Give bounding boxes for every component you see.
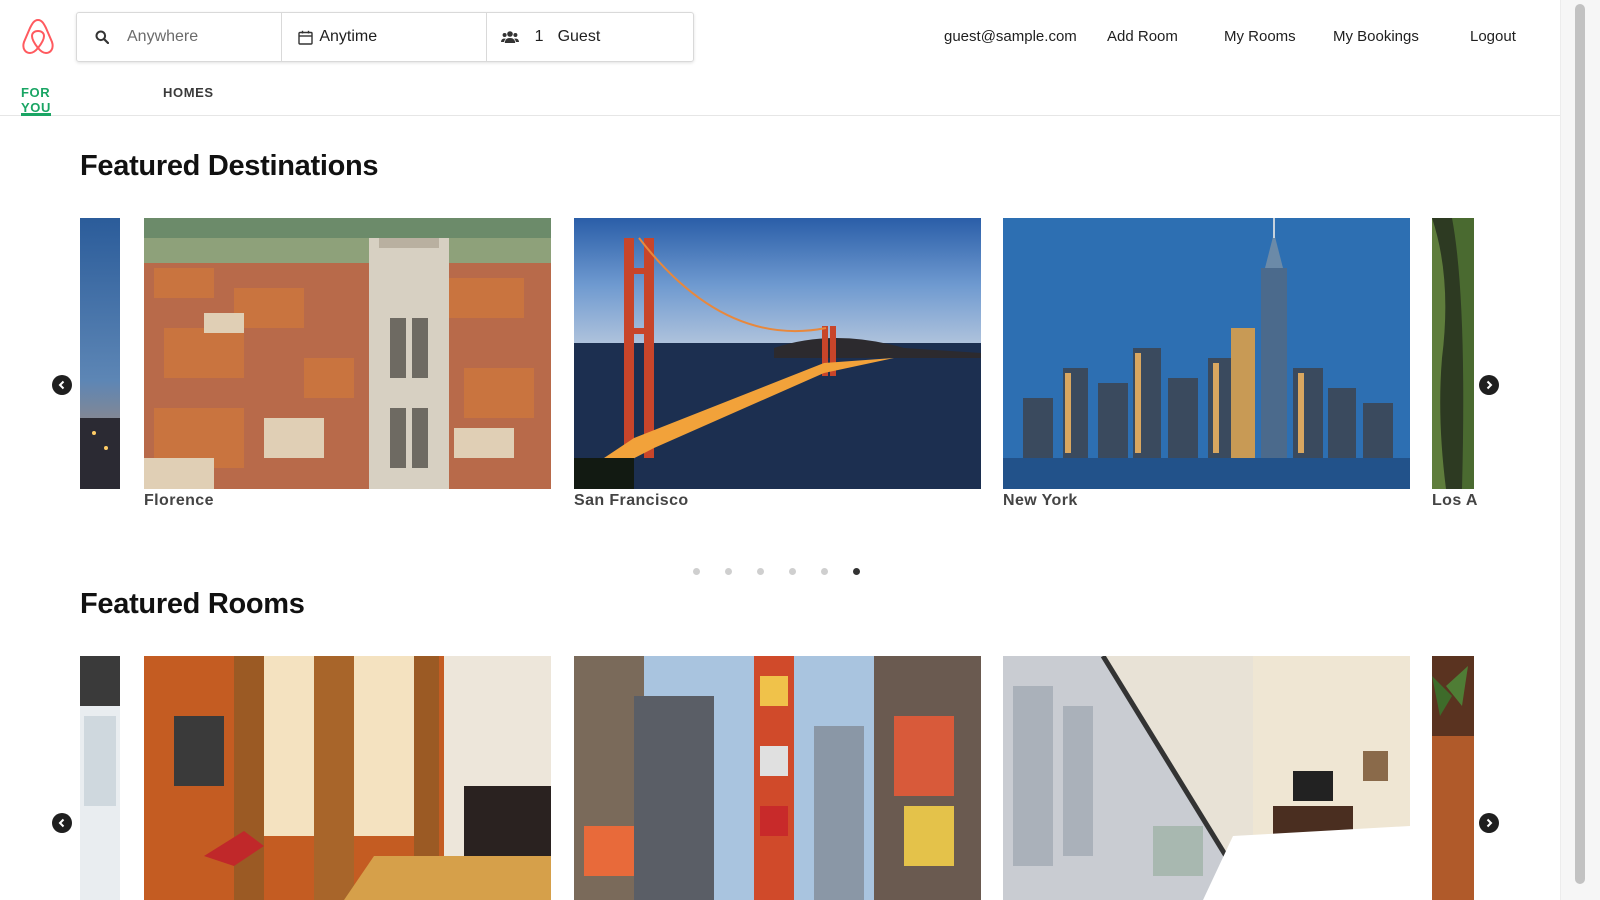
tab-for-you[interactable]: FOR YOU <box>21 85 51 116</box>
search-guest-field[interactable]: 1 Guest <box>487 13 693 61</box>
room-card-3[interactable] <box>1003 656 1410 900</box>
rooms-next-arrow-icon[interactable] <box>1479 813 1499 833</box>
destination-name: Los A <box>1432 492 1478 509</box>
destinations-prev-arrow-icon[interactable] <box>52 375 72 395</box>
user-email-link[interactable]: guest@sample.com <box>944 28 1077 48</box>
carousel-pagination-dots <box>693 568 860 576</box>
carousel-dot-active[interactable] <box>853 568 860 575</box>
destination-name: San Francisco <box>574 492 689 509</box>
guest-count: 1 <box>534 28 544 45</box>
destination-card-san-francisco[interactable]: San Francisco <box>574 218 981 518</box>
carousel-dot[interactable] <box>725 568 732 575</box>
search-icon <box>93 28 111 46</box>
calendar-icon <box>296 28 314 46</box>
room-card-partial-left[interactable] <box>80 656 120 900</box>
room-image <box>144 656 551 900</box>
carousel-dot[interactable] <box>789 568 796 575</box>
search-where-placeholder: Anywhere <box>127 28 199 45</box>
airbnb-logo-icon[interactable] <box>20 16 56 56</box>
featured-destinations-title: Featured Destinations <box>80 150 379 182</box>
room-image <box>574 656 981 900</box>
los-angeles-image <box>1432 218 1474 489</box>
my-bookings-link[interactable]: My Bookings <box>1333 28 1419 48</box>
room-image <box>1432 656 1474 900</box>
users-icon <box>500 28 519 46</box>
room-image <box>80 656 120 900</box>
room-image <box>1003 656 1410 900</box>
carousel-dot[interactable] <box>693 568 700 575</box>
destination-card-los-angeles[interactable]: Los A <box>1432 218 1477 518</box>
destinations-carousel: Florence San Francisco New York Los A <box>80 218 1510 518</box>
destinations-next-arrow-icon[interactable] <box>1479 375 1499 395</box>
search-bar: Anywhere Anytime 1 Guest <box>76 12 694 62</box>
new-york-image <box>1003 218 1410 489</box>
rooms-carousel <box>80 656 1510 900</box>
destination-card-new-york[interactable]: New York <box>1003 218 1410 518</box>
guest-label: Guest <box>557 28 601 45</box>
destination-card-florence[interactable]: Florence <box>144 218 551 518</box>
room-card-1[interactable] <box>144 656 551 900</box>
destination-name: New York <box>1003 492 1078 509</box>
page-scrollbar[interactable] <box>1560 0 1600 900</box>
destination-name: Florence <box>144 492 214 509</box>
page: Anywhere Anytime 1 Guest guest@sample.co… <box>0 0 1600 900</box>
scrollbar-thumb[interactable] <box>1575 4 1585 884</box>
search-date-label: Anytime <box>319 28 378 45</box>
search-where-field[interactable]: Anywhere <box>77 13 283 61</box>
top-header: Anywhere Anytime 1 Guest guest@sample.co… <box>0 0 1560 116</box>
destination-image <box>80 218 120 489</box>
logout-link[interactable]: Logout <box>1470 28 1516 48</box>
san-francisco-image <box>574 218 981 489</box>
carousel-dot[interactable] <box>821 568 828 575</box>
rooms-prev-arrow-icon[interactable] <box>52 813 72 833</box>
room-card-2[interactable] <box>574 656 981 900</box>
my-rooms-link[interactable]: My Rooms <box>1224 28 1296 48</box>
featured-rooms-title: Featured Rooms <box>80 588 305 620</box>
florence-image <box>144 218 551 489</box>
add-room-link[interactable]: Add Room <box>1107 28 1178 48</box>
carousel-dot[interactable] <box>757 568 764 575</box>
tab-homes[interactable]: HOMES <box>163 85 214 116</box>
search-date-field[interactable]: Anytime <box>282 13 487 61</box>
room-card-partial-right[interactable] <box>1432 656 1474 900</box>
destination-card-partial-left[interactable] <box>80 218 120 518</box>
